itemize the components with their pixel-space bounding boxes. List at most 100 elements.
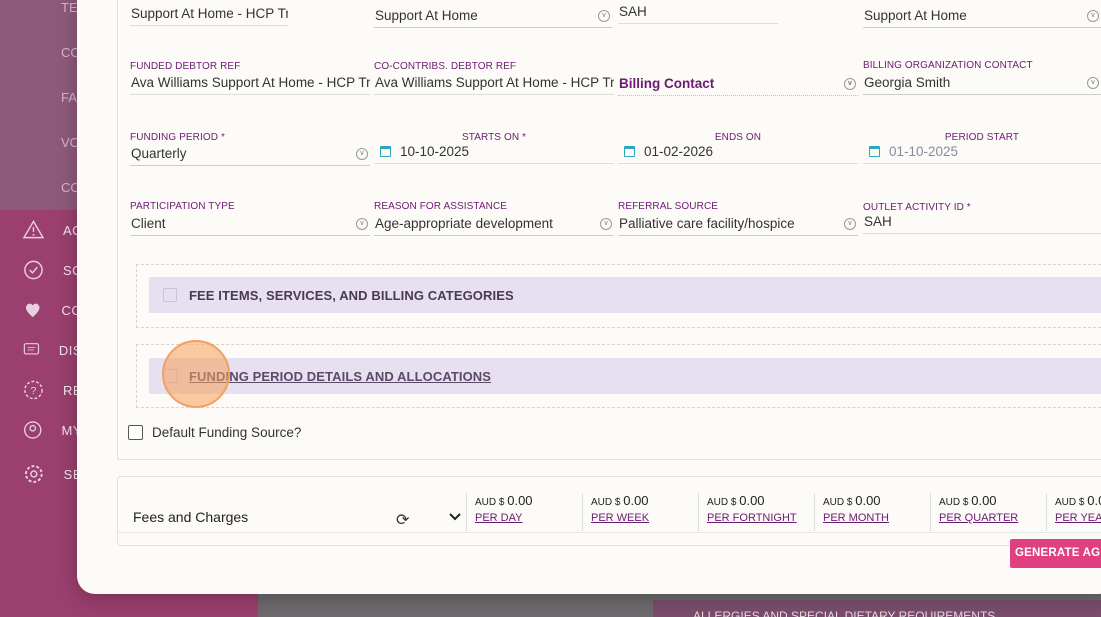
section-checkbox[interactable] (163, 288, 177, 302)
sidebar-item-co[interactable]: CO (22, 298, 82, 322)
fee-currency: AUD $ (823, 497, 853, 508)
co-contribs-debtor-ref-field[interactable]: CO-CONTRIBS. DEBTOR REF Ava Williams Sup… (374, 61, 614, 95)
fee-amount: 0.00 (507, 493, 533, 508)
background-sidebar-label: TE (61, 0, 78, 15)
program-select[interactable]: Support At Home v (374, 6, 612, 28)
fee-items-header[interactable]: FEE ITEMS, SERVICES, AND BILLING CATEGOR… (149, 277, 1101, 313)
svg-text:?: ? (31, 385, 37, 397)
starts-on-value: 10-10-2025 (400, 144, 470, 159)
sidebar-item-dis[interactable]: DIS (22, 338, 82, 362)
fee-period-link[interactable]: PER FORTNIGHT (707, 512, 814, 524)
outlet-activity-id-field[interactable]: OUTLET ACTIVITY ID * SAH (863, 202, 1101, 234)
background-sidebar-label: FA (61, 90, 77, 105)
fee-column: AUD $ 0.00 PER DAY (466, 493, 582, 531)
section-title: FEE ITEMS, SERVICES, AND BILLING CATEGOR… (189, 287, 514, 303)
fees-panel: Fees and Charges ⟳ AUD $ 0.00 PER DAY AUD… (117, 476, 1101, 546)
sidebar-item-ac[interactable]: AC (22, 218, 82, 242)
fee-currency: AUD $ (591, 497, 621, 508)
fees-title: Fees and Charges (133, 509, 249, 525)
default-funding-source[interactable]: Default Funding Source? (128, 425, 301, 440)
fee-column: AUD $ 0.00 PER YEAR (1046, 493, 1101, 531)
field-label: PARTICIPATION TYPE (130, 201, 235, 212)
chevron-down-icon: v (600, 218, 612, 230)
sidebar-item-sc[interactable]: SC (22, 258, 82, 282)
billing-contact-value: Billing Contact (619, 76, 715, 91)
help-icon: ? (24, 380, 43, 400)
warning-icon (22, 219, 45, 239)
refresh-icon[interactable]: ⟳ (396, 510, 409, 530)
program-type-select[interactable]: Support At Home v (863, 6, 1101, 28)
background-allergy-section: ALLERGIES AND SPECIAL DIETARY REQUIREMEN… (653, 600, 1101, 617)
ends-on-input[interactable]: 01-02-2026 (618, 142, 858, 164)
calendar-icon[interactable] (624, 146, 635, 157)
section-title: FUNDING PERIOD DETAILS AND ALLOCATIONS (189, 368, 492, 384)
outlet-activity-id-input[interactable]: SAH (863, 212, 1101, 234)
field-label: FUNDING PERIOD * (130, 132, 225, 143)
referral-source-value: Palliative care facility/hospice (619, 216, 795, 231)
fee-column: AUD $ 0.00 PER MONTH (814, 493, 930, 531)
fee-period-link[interactable]: PER MONTH (823, 512, 930, 524)
funded-debtor-ref-input[interactable]: Ava Williams Support At Home - HCP Tra (130, 73, 370, 95)
billing-org-contact-value: Georgia Smith (864, 75, 951, 90)
sidebar-item-my[interactable]: MY (22, 418, 82, 442)
billing-org-contact-select[interactable]: Georgia Smith v (863, 73, 1101, 95)
fee-period-link[interactable]: PER WEEK (591, 512, 698, 524)
billing-contact-select[interactable]: Billing Contact v (618, 74, 858, 96)
co-contribs-debtor-ref-input[interactable]: Ava Williams Support At Home - HCP Tra (374, 73, 614, 95)
fee-currency: AUD $ (707, 497, 737, 508)
referral-source-select[interactable]: Palliative care facility/hospice v (618, 214, 858, 236)
heart-icon (25, 303, 40, 318)
generate-agreement-button[interactable]: GENERATE AGRE (1010, 539, 1101, 568)
field-label: REFERRAL SOURCE (618, 201, 719, 212)
fee-amount: 0.00 (971, 493, 997, 508)
field-label: BILLING ORGANIZATION CONTACT (863, 60, 1033, 71)
fee-period-link[interactable]: PER YEAR (1055, 512, 1101, 524)
funding-source-value[interactable]: Support At Home - HCP Tr (130, 4, 288, 26)
fee-period-link[interactable]: PER DAY (475, 512, 582, 524)
chevron-down-icon: v (356, 218, 368, 230)
reason-for-assistance-select[interactable]: Age-appropriate development v (374, 214, 614, 236)
schedule-icon (24, 260, 43, 280)
footer-divider (117, 532, 1101, 533)
field-label: FUNDED DEBTOR REF (130, 61, 241, 72)
funding-period-field[interactable]: FUNDING PERIOD * Quarterly v (130, 132, 370, 166)
starts-on-input[interactable]: 10-10-2025 (374, 142, 614, 164)
code-value[interactable]: SAH (618, 2, 778, 24)
reason-for-assistance-field[interactable]: REASON FOR ASSISTANCE Age-appropriate de… (374, 201, 614, 236)
participation-type-select[interactable]: Client v (130, 214, 370, 236)
fee-column: AUD $ 0.00 PER FORTNIGHT (698, 493, 814, 531)
user-icon (24, 421, 42, 439)
funding-period-details-header[interactable]: FUNDING PERIOD DETAILS AND ALLOCATIONS (149, 358, 1101, 394)
starts-on-field[interactable]: STARTS ON * 10-10-2025 (374, 132, 614, 164)
chat-icon (23, 343, 40, 355)
default-funding-source-label: Default Funding Source? (152, 425, 302, 440)
gear-icon (24, 465, 43, 483)
fee-column: AUD $ 0.00 PER WEEK (582, 493, 698, 531)
program-type-value: Support At Home (864, 8, 967, 23)
funded-debtor-ref-field[interactable]: FUNDED DEBTOR REF Ava Williams Support A… (130, 61, 370, 95)
participation-type-value: Client (131, 216, 166, 231)
sidebar-item-se[interactable]: SE (22, 462, 82, 486)
sidebar-item-re[interactable]: ? RE (22, 378, 82, 402)
ends-on-field[interactable]: ENDS ON 01-02-2026 (618, 132, 858, 164)
fee-amount: 0.00 (739, 493, 765, 508)
click-indicator (162, 340, 230, 408)
period-start-input[interactable]: 01-10-2025 (863, 142, 1101, 164)
participation-type-field[interactable]: PARTICIPATION TYPE Client v (130, 201, 370, 236)
billing-org-contact-field[interactable]: BILLING ORGANIZATION CONTACT Georgia Smi… (863, 60, 1101, 95)
chevron-down-icon[interactable] (448, 510, 462, 524)
referral-source-field[interactable]: REFERRAL SOURCE Palliative care facility… (618, 201, 858, 236)
calendar-icon[interactable] (380, 146, 391, 157)
chevron-down-icon: v (844, 78, 856, 90)
fee-currency: AUD $ (475, 497, 505, 508)
field-label: REASON FOR ASSISTANCE (374, 201, 508, 212)
fee-amount: 0.00 (623, 493, 649, 508)
reason-for-assistance-value: Age-appropriate development (375, 216, 553, 231)
period-start-field[interactable]: PERIOD START 01-10-2025 (863, 132, 1101, 164)
default-funding-source-checkbox[interactable] (128, 425, 143, 440)
funding-period-select[interactable]: Quarterly v (130, 144, 370, 166)
fee-period-link[interactable]: PER QUARTER (939, 512, 1046, 524)
period-start-value: 01-10-2025 (889, 144, 959, 159)
calendar-icon[interactable] (869, 146, 880, 157)
ends-on-value: 01-02-2026 (644, 144, 714, 159)
